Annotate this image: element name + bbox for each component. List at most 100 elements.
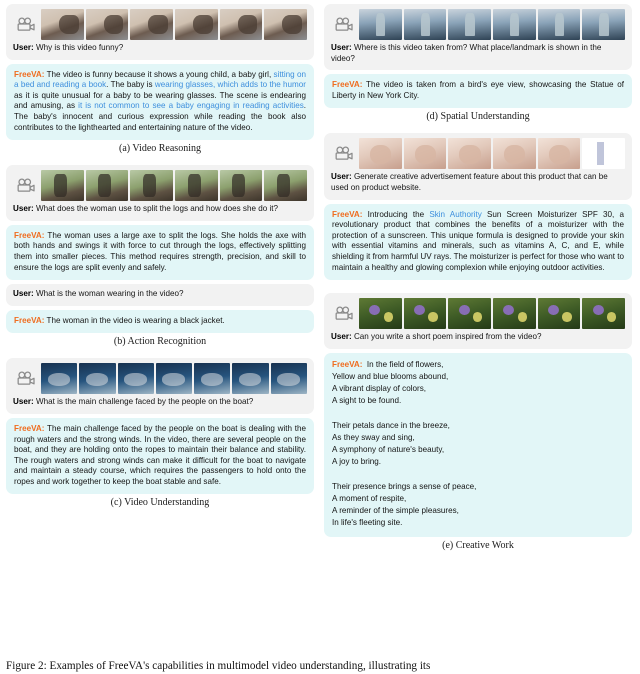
assistant-label: FreeVA:: [332, 80, 363, 90]
message-text: The main challenge faced by the people o…: [14, 423, 306, 486]
message-text: What does the woman use to split the log…: [35, 204, 279, 214]
message-text: . The baby is: [106, 80, 155, 90]
assistant-message-bubble: FreeVA: The main challenge faced by the …: [6, 417, 314, 495]
video-frame-thumbnail: [117, 363, 154, 395]
panel-spacer: [324, 280, 632, 289]
message-text: Generate creative advertisement feature …: [331, 172, 608, 192]
panel-subcaption-a: (a) Video Reasoning: [119, 143, 201, 155]
poem-body: In the field of flowers, Yellow and blue…: [332, 359, 477, 528]
user-message-text: User: Generate creative advertisement fe…: [331, 172, 625, 193]
video-frame-thumbnail: [403, 298, 447, 330]
user-message-text: User: What is the woman wearing in the v…: [13, 289, 307, 300]
video-frame-thumbnail: [270, 363, 307, 395]
assistant-message-text: FreeVA: The woman uses a large axe to sp…: [14, 231, 306, 273]
movie-camera-icon: [13, 171, 39, 201]
user-message-text: User: What is the main challenge faced b…: [13, 397, 307, 408]
example-panel-a: User: Why is this video funny? FreeVA: Th…: [6, 4, 314, 161]
assistant-label: FreeVA:: [332, 209, 363, 219]
panel-subcaption-d: (d) Spatial Understanding: [426, 111, 530, 123]
user-message-text: User: Can you write a short poem inspire…: [331, 332, 625, 343]
assistant-label: FreeVA:: [14, 230, 45, 240]
user-message-text: User: Why is this video funny?: [13, 43, 307, 54]
message-text: Can you write a short poem inspired from…: [353, 332, 542, 342]
message-text: Where is this video taken from? What pla…: [331, 43, 602, 63]
example-panel-e: User: Can you write a short poem inspire…: [324, 293, 632, 557]
thumbnail-row: [359, 298, 626, 330]
video-frame-thumbnail: [448, 9, 492, 40]
message-text: The video is taken from a bird's eye vie…: [332, 80, 624, 100]
message-text: The video is funny because it shows a yo…: [44, 69, 274, 79]
user-message-bubble: User: What is the woman wearing in the v…: [6, 284, 314, 306]
video-frame-thumbnail: [264, 170, 308, 202]
assistant-label: FreeVA:: [14, 423, 45, 433]
thumbnail-row: [359, 138, 626, 170]
movie-camera-icon: [13, 10, 39, 40]
example-panel-c: User: What is the main challenge faced b…: [6, 358, 314, 515]
video-frame-thumbnail: [175, 9, 218, 40]
video-thumbnail-strip: [331, 138, 626, 170]
message-text: Why is this video funny?: [35, 43, 124, 52]
panel-subcaption-b: (b) Action Recognition: [113, 336, 207, 348]
left-column: User: Why is this video funny? FreeVA: Th…: [6, 4, 314, 519]
video-frame-thumbnail: [493, 9, 536, 40]
example-panel-d: User: Where is this video taken from? Wh…: [324, 4, 632, 129]
panel-subcaption-e: (e) Creative Work: [442, 539, 514, 551]
video-frame-thumbnail: [359, 298, 402, 330]
assistant-message-text: FreeVA: The video is funny because it sh…: [14, 70, 306, 134]
user-message-bubble: User: Where is this video taken from? Wh…: [324, 4, 632, 71]
video-frame-thumbnail: [493, 298, 536, 330]
video-frame-thumbnail: [582, 298, 626, 330]
assistant-label: FreeVA:: [14, 315, 45, 325]
video-frame-thumbnail: [537, 9, 581, 40]
movie-camera-icon: [13, 364, 39, 394]
movie-camera-icon: [331, 10, 357, 40]
message-text: What is the main challenge faced by the …: [35, 397, 254, 407]
assistant-message-text: FreeVA: Introducing the Skin Authority S…: [332, 210, 624, 274]
assistant-message-bubble: FreeVA: The video is funny because it sh…: [6, 63, 314, 141]
highlighted-text: it is not common to see a baby engaging …: [78, 101, 304, 111]
video-frame-thumbnail: [79, 363, 116, 395]
video-frame-thumbnail: [41, 363, 78, 395]
assistant-message-bubble: FreeVA: Introducing the Skin Authority S…: [324, 203, 632, 281]
assistant-message-bubble: FreeVA: The woman in the video is wearin…: [6, 309, 314, 334]
video-frame-thumbnail: [232, 363, 269, 395]
video-frame-thumbnail: [448, 138, 492, 170]
user-label: User:: [13, 289, 36, 299]
assistant-message-text: FreeVA: The woman in the video is wearin…: [14, 316, 306, 327]
video-frame-thumbnail: [155, 363, 193, 395]
video-frame-thumbnail: [41, 9, 84, 40]
video-frame-thumbnail: [403, 138, 447, 170]
video-frame-thumbnail: [130, 170, 174, 202]
video-thumbnail-strip: [331, 9, 626, 40]
video-frame-thumbnail: [537, 138, 581, 170]
example-panel-ad: User: Generate creative advertisement fe…: [324, 133, 632, 289]
video-thumbnail-strip: [13, 363, 307, 395]
assistant-label: FreeVA:: [14, 69, 45, 79]
movie-camera-icon: [331, 299, 357, 329]
user-message-bubble: User: What is the main challenge faced b…: [6, 358, 314, 414]
video-frame-thumbnail: [582, 138, 626, 170]
video-frame-thumbnail: [194, 363, 231, 395]
assistant-message-bubble: FreeVA: In the field of flowers, Yellow …: [324, 352, 632, 537]
message-text: The woman in the video is wearing a blac…: [44, 315, 225, 325]
video-frame-thumbnail: [85, 170, 129, 202]
thumbnail-row: [41, 170, 308, 202]
user-label: User:: [331, 332, 354, 342]
thumbnail-row: [41, 363, 307, 395]
thumbnail-row: [359, 9, 626, 40]
video-frame-thumbnail: [219, 9, 263, 40]
user-message-bubble: User: Generate creative advertisement fe…: [324, 133, 632, 200]
message-text: What is the woman wearing in the video?: [35, 289, 184, 299]
user-label: User:: [331, 43, 354, 52]
user-message-text: User: Where is this video taken from? Wh…: [331, 43, 625, 64]
video-thumbnail-strip: [13, 9, 308, 40]
video-frame-thumbnail: [219, 170, 263, 202]
highlighted-text: wearing glasses, which adds to the humor: [154, 80, 306, 90]
video-thumbnail-strip: [13, 170, 308, 202]
assistant-label: FreeVA:: [332, 359, 363, 369]
assistant-message-bubble: FreeVA: The woman uses a large axe to sp…: [6, 224, 314, 281]
panel-subcaption-c: (c) Video Understanding: [110, 497, 210, 509]
example-panel-b: User: What does the woman use to split t…: [6, 165, 314, 354]
video-frame-thumbnail: [175, 170, 218, 202]
video-frame-thumbnail: [448, 298, 492, 330]
